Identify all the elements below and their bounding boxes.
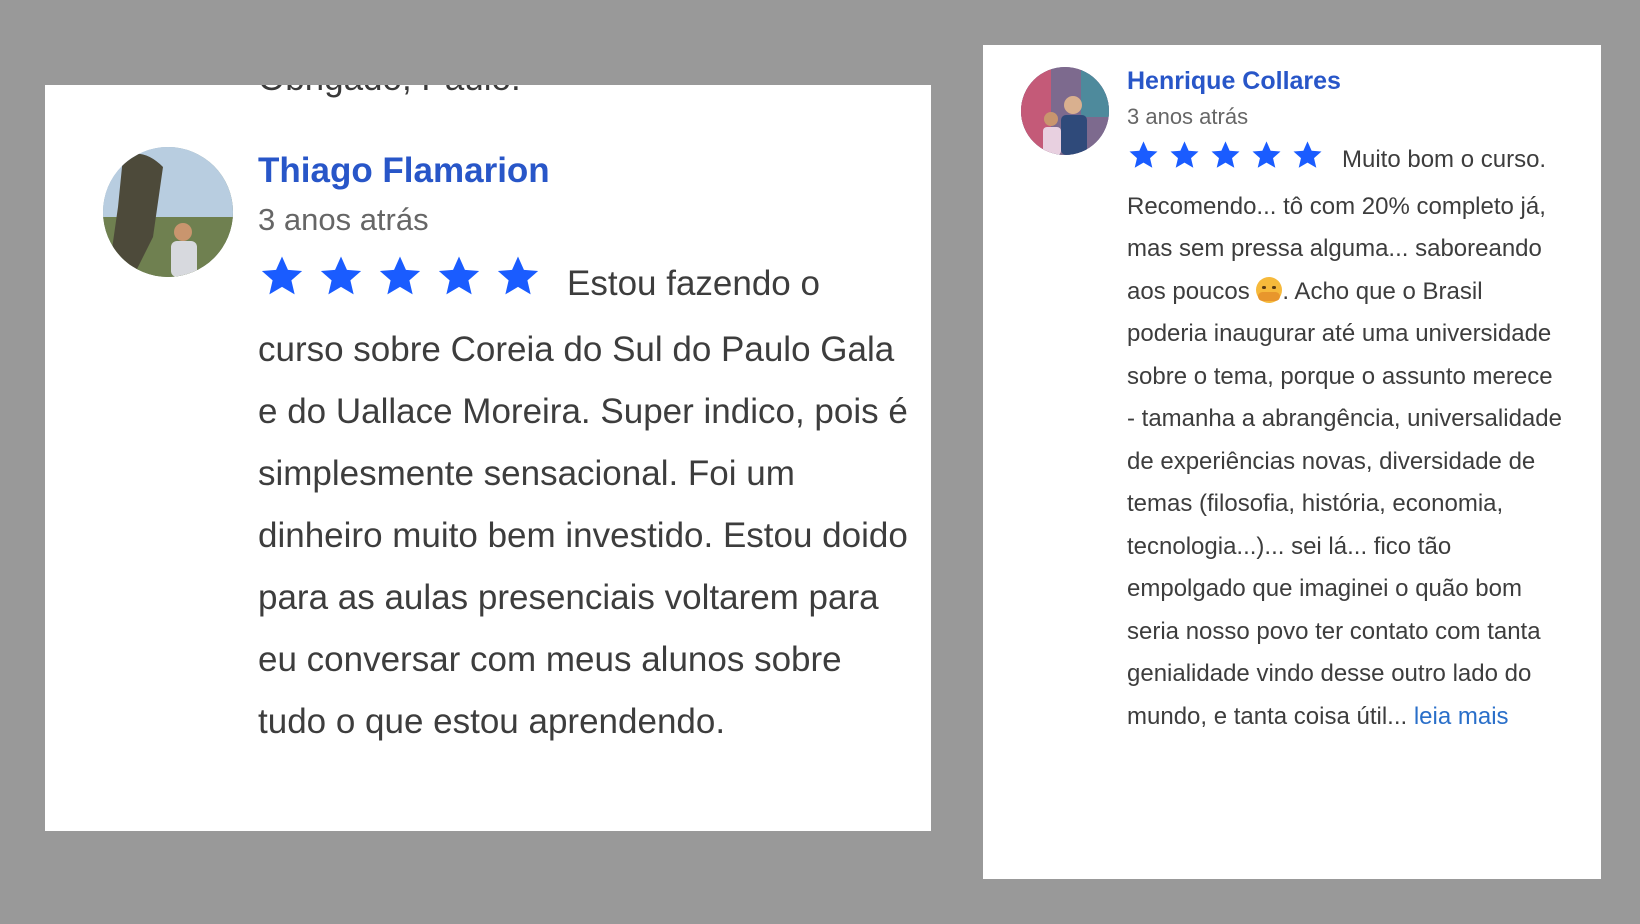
star-icon <box>376 253 424 299</box>
read-more-link[interactable]: leia mais <box>1414 703 1509 730</box>
star-icon <box>1209 139 1242 171</box>
review-card-thiago: Obrigado, Paulo. Thiago Flamarion 3 anos… <box>45 85 931 831</box>
star-icon <box>494 253 542 299</box>
review-body: Estou fazendo o curso sobre Coreia do Su… <box>258 253 908 753</box>
avatar-photo-icon <box>103 147 233 277</box>
review-time: 3 anos atrás <box>1127 104 1249 129</box>
star-icon <box>1168 139 1201 171</box>
review-text: Estou fazendo o curso sobre Coreia do Su… <box>258 264 908 741</box>
review-body: Muito bom o curso. Recomendo... tô com 2… <box>1127 139 1567 738</box>
reviewer-name[interactable]: Thiago Flamarion <box>258 151 550 191</box>
reviewer-name[interactable]: Henrique Collares <box>1127 67 1341 96</box>
previous-review-cutoff-text: Obrigado, Paulo. <box>258 85 521 99</box>
star-rating <box>1127 139 1332 186</box>
review-card-henrique: Henrique Collares 3 anos atrás Muito bom… <box>983 45 1601 879</box>
avatar[interactable] <box>1021 67 1109 155</box>
hugging-face-emoji-icon <box>1256 276 1283 303</box>
star-icon <box>435 253 483 299</box>
star-rating <box>258 253 553 319</box>
star-icon <box>1250 139 1283 171</box>
review-time: 3 anos atrás <box>258 202 429 237</box>
avatar-photo-icon <box>1021 67 1109 155</box>
star-icon <box>258 253 306 299</box>
star-icon <box>1291 139 1324 171</box>
star-icon <box>317 253 365 299</box>
avatar[interactable] <box>103 147 233 277</box>
star-icon <box>1127 139 1160 171</box>
review-text-part2: . Acho que o Brasil poderia inaugurar at… <box>1127 277 1562 730</box>
